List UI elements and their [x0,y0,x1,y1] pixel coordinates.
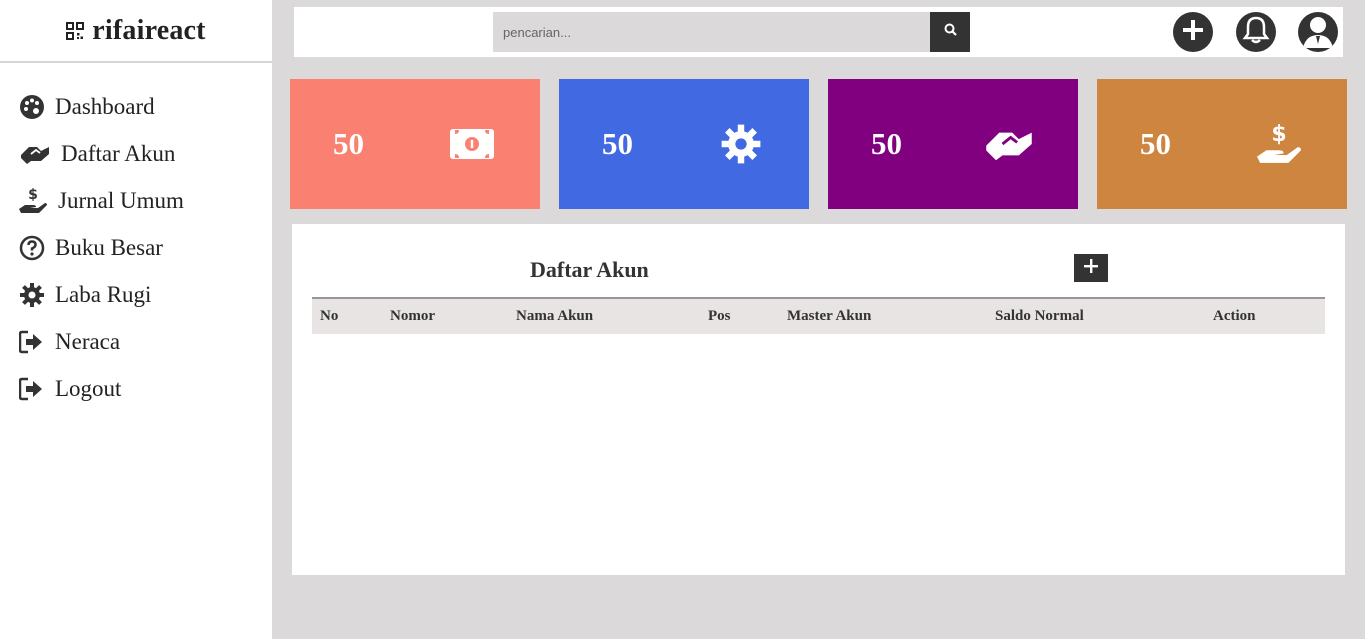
gear-icon [18,281,45,308]
sidebar-item-label: Neraca [55,328,121,354]
search-button[interactable] [930,12,970,52]
stat-card[interactable]: 50 [290,79,540,209]
add-account-button[interactable] [1074,254,1108,282]
column-header-nama-akun: Nama Akun [516,308,594,324]
gear-icon [716,119,766,169]
add-button[interactable] [1173,12,1213,52]
handshake-icon [983,119,1035,169]
table-header: No Nomor Nama Akun Pos Master Akun Saldo… [312,298,1325,334]
stat-card[interactable]: 50 [828,79,1078,209]
daftar-akun-panel: Daftar Akun No Nomor Nama Akun Pos Maste… [292,224,1345,575]
search-icon [944,23,957,41]
notification-button[interactable] [1236,12,1276,52]
question-circle-icon [18,234,45,261]
user-icon [1298,12,1338,52]
brand[interactable]: rifaireact [0,0,272,63]
palette-icon [18,93,45,120]
sidebar-item-label: Daftar Akun [61,140,176,166]
sign-out-icon [18,328,45,355]
sidebar-item-jurnal-umum[interactable]: $ Jurnal Umum [0,177,272,224]
plus-circle-icon [1181,18,1205,47]
brand-name: rifaireact [92,14,206,46]
card-value: 50 [333,126,364,161]
sidebar-item-label: Laba Rugi [55,281,152,307]
sign-out-icon [18,375,45,402]
sidebar-item-label: Buku Besar [55,234,163,260]
svg-text:$: $ [1271,122,1286,147]
column-header-nomor: Nomor [390,308,435,324]
card-value: 50 [871,126,902,161]
sidebar-item-laba-rugi[interactable]: Laba Rugi [0,271,272,318]
stat-card[interactable]: 50 [559,79,809,209]
profile-button[interactable] [1298,12,1338,52]
topbar [294,7,1343,57]
hand-holding-dollar-icon: $ [18,187,48,214]
search-bar [493,12,970,52]
sidebar-item-label: Dashboard [55,93,155,119]
sidebar-item-label: Jurnal Umum [58,187,184,213]
sidebar-item-buku-besar[interactable]: Buku Besar [0,224,272,271]
qrcode-icon [66,21,85,40]
bell-icon [1242,15,1270,50]
sidebar: rifaireact Dashboard Daftar Akun $ Jurna… [0,0,272,639]
column-header-saldo-normal: Saldo Normal [995,308,1084,324]
handshake-icon [18,140,51,167]
sidebar-menu: Dashboard Daftar Akun $ Jurnal Umum Buku… [0,63,272,412]
hand-holding-dollar-icon: $ [1254,119,1304,169]
column-header-pos: Pos [708,308,731,324]
sidebar-item-daftar-akun[interactable]: Daftar Akun [0,130,272,177]
card-value: 50 [602,126,633,161]
money-bill-icon [447,119,497,169]
column-header-no: No [320,308,339,324]
sidebar-item-neraca[interactable]: Neraca [0,318,272,365]
plus-icon [1084,258,1098,278]
svg-text:$: $ [28,187,38,203]
search-input[interactable] [493,12,930,52]
panel-title: Daftar Akun [530,257,649,282]
accounts-table: No Nomor Nama Akun Pos Master Akun Saldo… [312,297,1325,334]
sidebar-item-dashboard[interactable]: Dashboard [0,83,272,130]
sidebar-item-logout[interactable]: Logout [0,365,272,412]
column-header-master-akun: Master Akun [787,308,872,324]
sidebar-item-label: Logout [55,375,122,401]
column-header-action: Action [1213,308,1256,324]
stat-card[interactable]: 50 $ [1097,79,1347,209]
card-value: 50 [1140,126,1171,161]
table-header-row: No Nomor Nama Akun Pos Master Akun Saldo… [312,298,1325,334]
